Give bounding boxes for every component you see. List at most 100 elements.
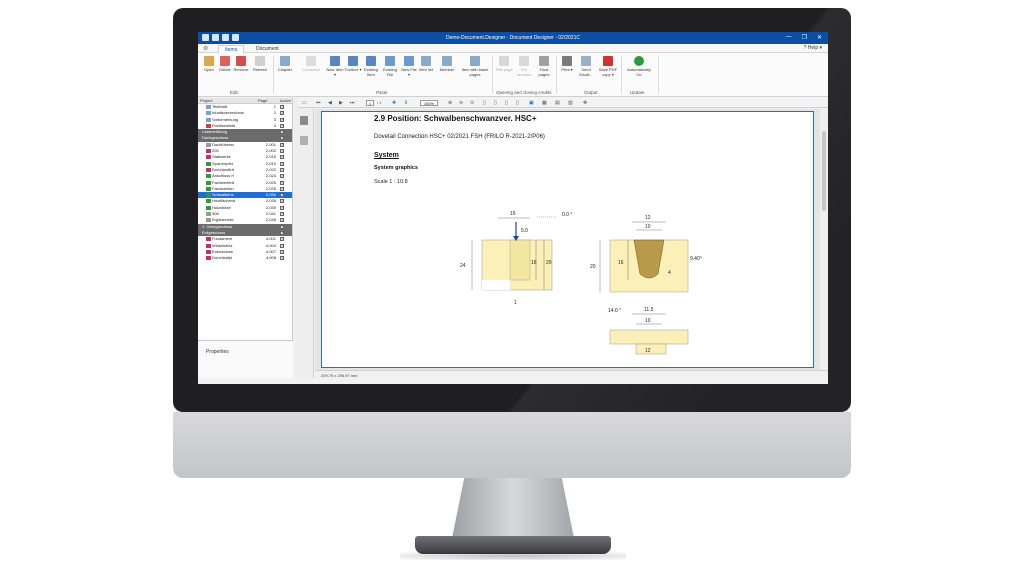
item-type-icon [206, 199, 211, 204]
page-setup-icon[interactable]: ▯ [516, 100, 519, 106]
continuous-view-icon[interactable]: ▣ [529, 100, 534, 106]
group-paste-label: Paste [376, 90, 388, 95]
active-checkbox[interactable] [280, 198, 284, 205]
final-pages-icon [539, 56, 549, 66]
preview-scrollbar[interactable] [820, 109, 828, 370]
maximize-button[interactable]: ❐ [802, 34, 807, 41]
zoom-field[interactable]: 150% [420, 99, 438, 106]
pre-remarks-button[interactable]: Pre remarks [515, 56, 533, 77]
page-number-input[interactable]: 1 [366, 99, 374, 106]
item-type-icon [206, 249, 211, 254]
close-button[interactable]: ✕ [817, 34, 822, 41]
print-preview-icon[interactable]: ▭ [302, 100, 307, 106]
pages-icon[interactable] [300, 136, 308, 145]
fit-page-icon[interactable]: ✚ [392, 100, 396, 106]
four-pages-icon[interactable]: ▯ [505, 100, 508, 106]
zoom-out-icon[interactable]: ⊖ [459, 100, 463, 106]
existing-file-button[interactable]: Existing File [381, 56, 399, 77]
new-item-button[interactable]: New Item ▾ [326, 56, 344, 77]
monitor-stand [452, 478, 574, 538]
gear-icon[interactable]: ⚙ [203, 45, 208, 52]
active-checkbox[interactable] [280, 123, 284, 129]
remove-button[interactable]: Remove [232, 56, 250, 73]
properties-title: Properties [206, 349, 229, 355]
zoom-in-icon[interactable]: ⊕ [448, 100, 452, 106]
item-type-icon [206, 205, 211, 210]
active-checkbox[interactable] [280, 148, 284, 154]
save-pdf-button[interactable]: Save PDF copy ▾ [597, 56, 619, 77]
last-page-icon[interactable]: ⏭ [350, 100, 355, 106]
refresh-button[interactable]: Refresh [251, 56, 269, 73]
active-checkbox[interactable] [280, 110, 284, 117]
active-checkbox[interactable] [280, 173, 284, 180]
dim-h3: 20 [546, 260, 552, 266]
item-type-icon [206, 167, 211, 172]
minimize-button[interactable]: — [786, 34, 792, 41]
column-page[interactable]: Page [256, 98, 278, 103]
member-button[interactable]: Member [436, 56, 458, 73]
single-page-icon[interactable]: ▯ [483, 100, 486, 106]
item-type-icon [206, 111, 211, 116]
active-checkbox[interactable] [280, 192, 284, 198]
email-icon [581, 56, 591, 66]
tree-item-row[interactable]: Durchlaufpl 4-008 [198, 255, 292, 261]
column-active[interactable]: Active [278, 98, 291, 103]
active-checkbox[interactable] [280, 180, 284, 186]
dim-v1: 20 [590, 264, 596, 270]
layout-icon[interactable]: ▤ [555, 100, 560, 106]
active-checkbox[interactable] [280, 167, 284, 173]
printer-icon [562, 56, 572, 66]
zoom-tool-icon[interactable]: ⊙ [470, 100, 474, 106]
active-checkbox[interactable] [280, 224, 284, 230]
item-type-icon [206, 155, 211, 160]
active-checkbox[interactable] [280, 117, 284, 123]
active-checkbox[interactable] [280, 236, 284, 243]
tab-items[interactable]: Items [218, 45, 245, 53]
final-pages-button[interactable]: Final pages [535, 56, 553, 77]
active-checkbox[interactable] [280, 230, 284, 236]
title-page-button[interactable]: Title page [495, 56, 513, 73]
active-checkbox[interactable] [280, 205, 284, 211]
chapter-button[interactable]: Chapter [276, 56, 294, 73]
group-edit-label: Edit [230, 90, 238, 95]
active-checkbox[interactable] [280, 129, 284, 135]
monitor-chin [173, 412, 851, 478]
two-pages-icon[interactable]: ▯ [494, 100, 497, 106]
column-project[interactable]: Project [198, 98, 256, 103]
active-checkbox[interactable] [280, 135, 284, 142]
existing-item-button[interactable]: Existing Item [362, 56, 380, 77]
item-list-icon [421, 56, 431, 66]
active-checkbox[interactable] [280, 142, 284, 148]
grid-view-icon[interactable]: ▦ [542, 100, 547, 106]
new-file-button[interactable]: New File ▾ [400, 56, 418, 77]
active-checkbox[interactable] [280, 211, 284, 217]
active-checkbox[interactable] [280, 243, 284, 249]
dim-w1: 12 [645, 215, 651, 221]
active-checkbox[interactable] [280, 255, 284, 261]
previous-page-icon[interactable]: ◀ [328, 100, 332, 106]
active-checkbox[interactable] [280, 104, 284, 110]
item-type-icon [206, 212, 211, 217]
comment-button[interactable]: Comment [300, 56, 322, 73]
send-email-button[interactable]: Send Email... [576, 56, 596, 77]
active-checkbox[interactable] [280, 161, 284, 167]
auto-update-button[interactable]: Automatically On [624, 56, 654, 77]
print-button[interactable]: Print ▾ [558, 56, 576, 73]
item-list-button[interactable]: Item list [417, 56, 435, 73]
first-page-icon[interactable]: ⏮ [316, 100, 321, 106]
active-checkbox[interactable] [280, 186, 284, 192]
next-page-icon[interactable]: ▶ [339, 100, 343, 106]
document-preview: 2.9 Position: Schwalbenschwanzver. HSC+ … [315, 109, 820, 370]
bookmark-icon[interactable] [300, 116, 308, 125]
item-with-blank-pages-button[interactable]: Item with blank pages [461, 56, 489, 77]
toolbox-button[interactable]: Toolbox ▾ [344, 56, 362, 73]
tab-document[interactable]: Document [250, 45, 285, 53]
help-button[interactable]: ? Help ▾ [804, 45, 822, 51]
active-checkbox[interactable] [280, 217, 284, 224]
system-graphics-drawing: 16 0.0 ° 5.0 24 16 20 1 12 10 20 16 9.40… [460, 211, 702, 355]
gamepad-icon[interactable]: ✥ [583, 100, 587, 106]
fit-width-icon[interactable]: Ⅱ [405, 100, 407, 106]
options-icon[interactable]: ▥ [568, 100, 573, 106]
active-checkbox[interactable] [280, 249, 284, 255]
active-checkbox[interactable] [280, 154, 284, 161]
